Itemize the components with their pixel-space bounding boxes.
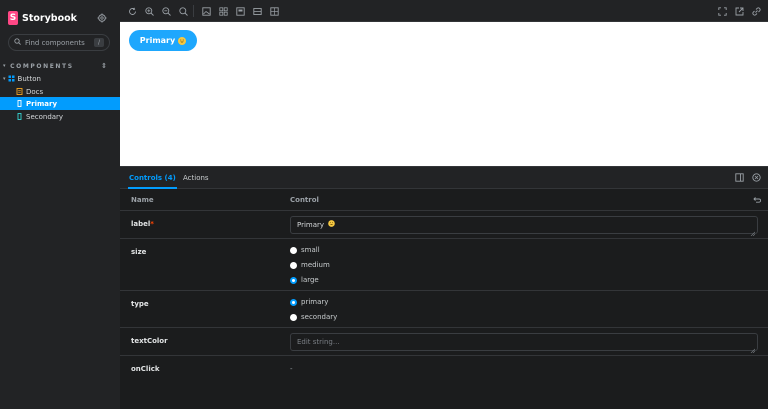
radio-label: large (301, 276, 319, 284)
toolbar-divider (193, 5, 194, 17)
control-name: onClick (131, 365, 160, 373)
control-row-onclick: onClick - (120, 356, 768, 384)
textcolor-input[interactable]: Edit string... (290, 333, 758, 354)
panel-tabs: Controls (4) Actions (120, 167, 768, 189)
radio-button[interactable] (290, 313, 297, 321)
addon-panel: Controls (4) Actions Name Control label*… (120, 166, 768, 409)
zoom-out-icon[interactable] (161, 6, 171, 16)
label-input[interactable]: Primary (290, 216, 758, 237)
collapse-all-icon[interactable]: ⇕ (101, 62, 107, 70)
bookmark-icon (16, 113, 23, 120)
sidebar-item-primary[interactable]: Primary (0, 97, 120, 110)
control-name: type (131, 300, 149, 308)
zoom-reset-icon[interactable] (178, 6, 188, 16)
type-option-primary[interactable]: primary (290, 298, 328, 306)
link-icon[interactable] (751, 6, 761, 16)
components-section-header[interactable]: ▾ COMPONENTS ⇕ (3, 62, 117, 70)
type-option-secondary[interactable]: secondary (290, 313, 337, 321)
gear-icon[interactable] (97, 13, 107, 23)
panel-orientation-icon[interactable] (735, 173, 744, 182)
photo-icon[interactable] (201, 6, 211, 16)
primary-button[interactable]: Primary (129, 30, 197, 51)
reset-icon[interactable] (752, 195, 761, 206)
control-row-textcolor: textColor Edit string... (120, 328, 768, 356)
preview-canvas: Primary (120, 22, 768, 166)
primary-button-label: Primary (139, 36, 176, 45)
search-box[interactable]: / (8, 34, 110, 51)
search-icon (14, 38, 21, 47)
size-option-small[interactable]: small (290, 246, 320, 254)
controls-table-header: Name Control (120, 189, 768, 211)
radio-button[interactable] (290, 246, 297, 254)
radio-label: medium (301, 261, 330, 269)
textcolor-placeholder: Edit string... (297, 338, 340, 346)
bookmark-icon (16, 100, 23, 107)
search-shortcut: / (94, 38, 104, 47)
grid-icon[interactable] (218, 6, 228, 16)
brand-name: Storybook (22, 12, 77, 24)
tab-actions[interactable]: Actions (183, 167, 209, 189)
grinning-face-icon (178, 36, 187, 45)
radio-label: secondary (301, 313, 338, 321)
sidebar-item-label: Primary (26, 99, 58, 108)
control-name: textColor (131, 337, 168, 345)
storybook-logo-icon: S (8, 11, 18, 25)
control-row-label: label* Primary (120, 211, 768, 239)
close-icon[interactable] (752, 173, 761, 182)
onclick-value: - (290, 365, 293, 373)
column-header-control: Control (290, 196, 319, 204)
sidebar: S Storybook / ▾ COMPONENTS ⇕ ▾ Button Do… (0, 0, 120, 409)
label-input-value: Primary (297, 221, 325, 229)
sidebar-item-label: Button (17, 74, 41, 83)
fullscreen-icon[interactable] (717, 6, 727, 16)
radio-button-selected[interactable] (290, 276, 297, 284)
ruler-icon[interactable] (269, 6, 279, 16)
chevron-down-icon: ▾ (3, 63, 8, 69)
control-name: size (131, 248, 147, 256)
resize-handle-icon[interactable] (750, 343, 756, 354)
control-name: label* (131, 220, 154, 228)
tab-controls[interactable]: Controls (4) (128, 167, 177, 189)
control-row-type: type primary secondary (120, 291, 768, 328)
sidebar-item-button[interactable]: ▾ Button (0, 72, 120, 85)
zoom-in-icon[interactable] (144, 6, 154, 16)
required-marker: * (150, 220, 154, 228)
radio-label: primary (301, 298, 329, 306)
control-row-size: size small medium large (120, 239, 768, 291)
sidebar-item-secondary[interactable]: Secondary (0, 110, 120, 123)
control-name-text: label (131, 220, 151, 228)
outline-icon[interactable] (235, 6, 245, 16)
resize-handle-icon[interactable] (750, 226, 756, 237)
size-option-medium[interactable]: medium (290, 261, 330, 269)
radio-label: small (301, 246, 320, 254)
sync-icon[interactable] (127, 6, 137, 16)
share-icon[interactable] (734, 6, 744, 16)
chevron-down-icon: ▾ (3, 75, 6, 82)
grinning-face-icon (328, 217, 336, 233)
toolbar (120, 0, 768, 22)
sidebar-item-label: Docs (26, 87, 44, 96)
brand[interactable]: S Storybook (8, 11, 77, 25)
search-input[interactable] (25, 38, 95, 47)
radio-button[interactable] (290, 261, 297, 269)
component-icon (8, 75, 15, 82)
measure-icon[interactable] (252, 6, 262, 16)
size-option-large[interactable]: large (290, 276, 319, 284)
column-header-name: Name (131, 196, 154, 204)
section-label: COMPONENTS (10, 62, 74, 70)
radio-button-selected[interactable] (290, 298, 297, 306)
sidebar-item-label: Secondary (26, 112, 64, 121)
document-icon (16, 88, 23, 95)
